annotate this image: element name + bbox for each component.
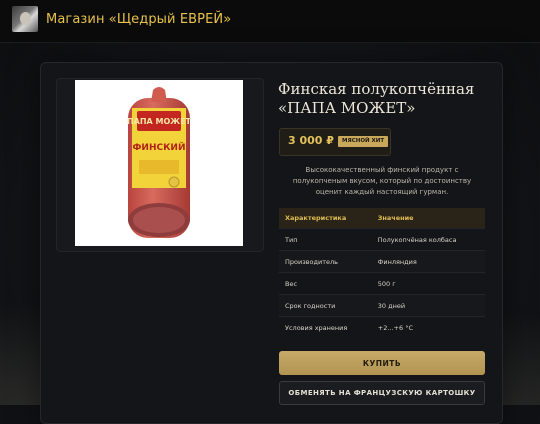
specs-header-characteristic: Характеристика (279, 208, 372, 229)
avatar[interactable] (12, 6, 38, 32)
product-image: ПАПА МОЖЕТ ФИНСКИЙ (75, 80, 243, 246)
buy-button[interactable]: КУПИТЬ (279, 351, 485, 375)
table-row: Вес 500 г (279, 272, 485, 295)
top-bar: Магазин «Щедрый ЕВРЕЙ» (0, 0, 540, 43)
spec-value: +2...+6 °C (371, 316, 485, 338)
spec-value: 500 г (371, 272, 485, 295)
table-row: Условия хранения +2...+6 °C (279, 316, 485, 338)
product-title: Финская полукопчённая «ПАПА МОЖЕТ» (278, 80, 475, 117)
spec-name: Тип (279, 228, 372, 251)
product-description: Высококачественный финский продукт с пол… (292, 166, 472, 196)
spec-name: Вес (279, 272, 372, 295)
spec-name: Условия хранения (279, 316, 372, 338)
specs-header-value: Значение (371, 208, 485, 229)
specs-table: Характеристика Значение Тип Полукопчёная… (279, 208, 485, 338)
specs-header-row: Характеристика Значение (279, 208, 485, 229)
swap-for-fries-button[interactable]: ОБМЕНЯТЬ НА ФРАНЦУЗСКУЮ КАРТОШКУ (279, 381, 485, 405)
package-variety-text: ФИНСКИЙ (132, 141, 185, 153)
spec-value: 30 дней (371, 294, 485, 317)
store-title[interactable]: Магазин «Щедрый ЕВРЕЙ» (46, 12, 231, 27)
status-badge: МЯСНОЙ ХИТ (338, 136, 389, 147)
table-row: Тип Полукопчёная колбаса (279, 228, 485, 251)
product-price: 3 000 ₽ (288, 134, 334, 147)
spec-value: Финляндия (371, 250, 485, 273)
package-brand-text: ПАПА МОЖЕТ (127, 117, 192, 126)
sausage-illustration: ПАПА МОЖЕТ ФИНСКИЙ (127, 87, 192, 238)
table-row: Производитель Финляндия (279, 250, 485, 273)
spec-value: Полукопчёная колбаса (371, 228, 485, 251)
table-row: Срок годности 30 дней (279, 294, 485, 317)
spec-name: Срок годности (279, 294, 372, 317)
spec-name: Производитель (279, 250, 372, 273)
